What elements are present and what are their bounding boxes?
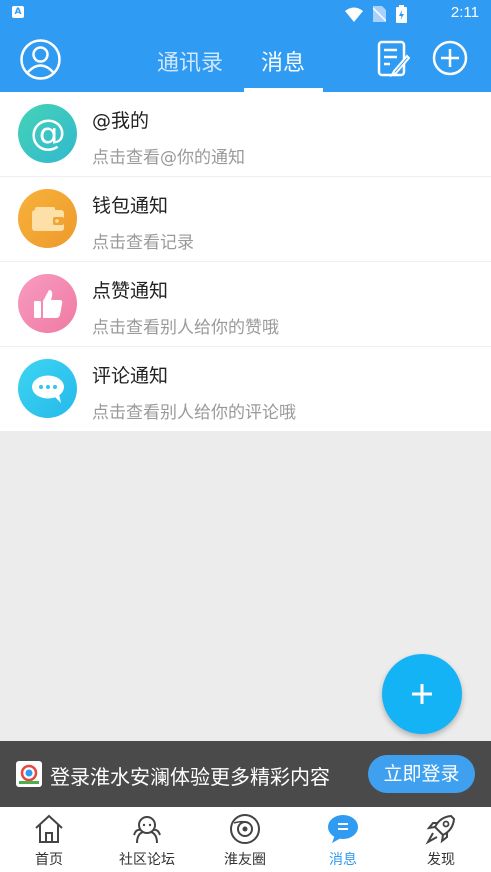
message-list: @ @我的 点击查看@你的通知 钱包通知 点击查看记录 点赞通知 点击查看别人给…	[0, 92, 491, 431]
moments-icon	[230, 814, 260, 844]
comment-icon	[18, 359, 77, 418]
plus-icon	[412, 684, 432, 704]
nav-moments[interactable]: 淮友圈	[196, 807, 294, 872]
item-title: 点赞通知	[92, 280, 169, 302]
clock-time: 2:11	[450, 4, 479, 21]
nav-community[interactable]: 社区论坛	[98, 807, 196, 872]
app-notification-icon: A	[12, 6, 24, 18]
profile-avatar-icon[interactable]	[20, 39, 61, 80]
nav-messages[interactable]: 消息	[294, 807, 392, 872]
rocket-icon	[425, 814, 456, 845]
nav-discover[interactable]: 发现	[392, 807, 490, 872]
tab-messages[interactable]: 消息	[261, 45, 305, 77]
status-bar: A 2:11	[0, 0, 491, 26]
edit-note-icon[interactable]	[377, 40, 410, 78]
bottom-navigation: 首页 社区论坛 淮友圈 消息 发现	[0, 807, 491, 872]
item-subtitle: 点击查看@你的通知	[92, 148, 245, 168]
nav-label: 消息	[329, 852, 357, 868]
login-banner: 登录淮水安澜体验更多精彩内容 立即登录	[0, 741, 491, 807]
item-title: 评论通知	[92, 365, 169, 387]
nav-label: 首页	[35, 852, 63, 868]
app-logo-icon	[16, 761, 42, 787]
login-now-button[interactable]: 立即登录	[368, 755, 475, 793]
tab-contacts[interactable]: 通讯录	[157, 45, 223, 77]
community-icon	[133, 816, 161, 844]
banner-text: 登录淮水安澜体验更多精彩内容	[50, 765, 330, 789]
thumbs-up-icon	[18, 274, 77, 333]
nav-label: 发现	[427, 852, 455, 868]
no-sim-icon	[373, 6, 386, 22]
battery-charging-icon	[396, 5, 407, 23]
nav-label: 淮友圈	[224, 852, 266, 868]
home-icon	[35, 814, 63, 843]
compose-fab-button[interactable]	[382, 654, 462, 734]
item-subtitle: 点击查看别人给你的评论哦	[92, 403, 296, 423]
item-title: @我的	[92, 110, 150, 132]
message-item-likes[interactable]: 点赞通知 点击查看别人给你的赞哦	[0, 261, 491, 346]
message-item-mentions[interactable]: @ @我的 点击查看@你的通知	[0, 92, 491, 176]
app-header: 通讯录 消息	[0, 26, 491, 92]
nav-home[interactable]: 首页	[0, 807, 98, 872]
add-circle-icon[interactable]	[432, 40, 468, 76]
message-icon	[328, 815, 358, 843]
wallet-icon	[18, 189, 77, 248]
message-item-wallet[interactable]: 钱包通知 点击查看记录	[0, 176, 491, 261]
item-subtitle: 点击查看别人给你的赞哦	[92, 318, 279, 338]
svg-text:@: @	[30, 115, 66, 153]
at-icon: @	[18, 104, 77, 163]
item-subtitle: 点击查看记录	[92, 233, 194, 253]
message-item-comments[interactable]: 评论通知 点击查看别人给你的评论哦	[0, 346, 491, 431]
item-title: 钱包通知	[92, 195, 169, 217]
nav-label: 社区论坛	[119, 852, 175, 868]
wifi-icon	[345, 7, 363, 22]
